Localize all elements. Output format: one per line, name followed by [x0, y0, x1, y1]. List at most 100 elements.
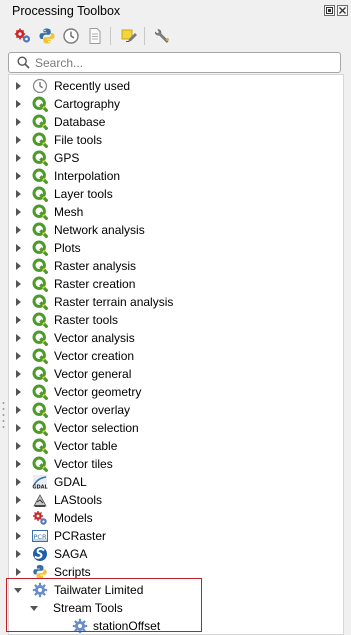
expand-arrow-icon[interactable] [16, 532, 21, 540]
panel-titlebar: Processing Toolbox [0, 0, 351, 24]
tree-item[interactable]: Vector overlay [9, 401, 343, 419]
tree-item[interactable]: Models [9, 509, 343, 527]
tree-item-label: LAStools [54, 493, 103, 507]
expand-arrow-icon[interactable] [16, 334, 21, 342]
tree-item[interactable]: Plots [9, 239, 343, 257]
expand-arrow-icon[interactable] [16, 568, 21, 576]
collapse-arrow-icon[interactable] [30, 606, 38, 611]
expand-arrow-icon[interactable] [16, 280, 21, 288]
tree-item-label: Vector geometry [54, 385, 142, 399]
results-viewer-button[interactable] [84, 25, 106, 47]
tree-item[interactable]: Scripts [9, 563, 343, 581]
expand-arrow-icon[interactable] [16, 442, 21, 450]
svg-text:GDAL: GDAL [32, 485, 48, 491]
tree-item-label: Mesh [54, 205, 84, 219]
tree-item[interactable]: Vector geometry [9, 383, 343, 401]
qgis-icon [32, 222, 48, 238]
tree-item[interactable]: Mesh [9, 203, 343, 221]
tree-item-label: SAGA [54, 547, 88, 561]
expand-arrow-icon[interactable] [16, 514, 21, 522]
search-box[interactable] [8, 52, 341, 73]
qgis-icon [32, 96, 48, 112]
tree-item[interactable]: Vector table [9, 437, 343, 455]
tree-item[interactable]: Interpolation [9, 167, 343, 185]
tree-item[interactable]: Cartography [9, 95, 343, 113]
expand-arrow-icon[interactable] [16, 460, 21, 468]
tree-item-label: GDAL [54, 475, 87, 489]
search-input[interactable] [35, 54, 330, 71]
qgis-icon [32, 330, 48, 346]
options-button[interactable] [152, 25, 174, 47]
tree-item-label: Raster terrain analysis [54, 295, 174, 309]
expand-arrow-icon[interactable] [16, 226, 21, 234]
expand-arrow-icon[interactable] [16, 424, 21, 432]
tree-item[interactable]: stationOffset [9, 617, 343, 635]
saga-icon [33, 547, 47, 561]
tree-item[interactable]: Raster analysis [9, 257, 343, 275]
expand-arrow-icon[interactable] [16, 118, 21, 126]
expand-arrow-icon[interactable] [16, 298, 21, 306]
expand-arrow-icon[interactable] [16, 82, 21, 90]
qgis-icon [32, 420, 48, 436]
tree-item[interactable]: Stream Tools [9, 599, 343, 617]
tree-item[interactable]: GPS [9, 149, 343, 167]
close-button[interactable] [337, 5, 348, 16]
tree-item[interactable]: SAGA [9, 545, 343, 563]
expand-arrow-icon[interactable] [16, 172, 21, 180]
qgis-icon [32, 366, 48, 382]
tree-item[interactable]: GDAL GDAL [9, 473, 343, 491]
resize-grip[interactable] [2, 400, 5, 430]
tree-item[interactable]: Raster tools [9, 311, 343, 329]
collapse-arrow-icon[interactable] [14, 588, 22, 593]
expand-arrow-icon[interactable] [16, 136, 21, 144]
pcraster-icon: PCR [32, 530, 48, 542]
expand-arrow-icon[interactable] [16, 190, 21, 198]
qgis-icon [32, 204, 48, 220]
expand-arrow-icon[interactable] [16, 316, 21, 324]
tree-item[interactable]: Raster creation [9, 275, 343, 293]
expand-arrow-icon[interactable] [16, 352, 21, 360]
tree-item[interactable]: Vector tiles [9, 455, 343, 473]
tree-item-label: Recently used [54, 79, 131, 93]
expand-arrow-icon[interactable] [16, 496, 21, 504]
tree-item[interactable]: Vector creation [9, 347, 343, 365]
tree-item-label: Database [54, 115, 106, 129]
expand-arrow-icon[interactable] [16, 388, 21, 396]
expand-arrow-icon[interactable] [16, 406, 21, 414]
edit-features-in-place-button[interactable] [118, 25, 140, 47]
gdal-icon: GDAL [32, 475, 48, 491]
tree-item[interactable]: Vector analysis [9, 329, 343, 347]
tree-item[interactable]: LAStools [9, 491, 343, 509]
tree-item[interactable]: Network analysis [9, 221, 343, 239]
models-button[interactable] [12, 25, 34, 47]
qgis-icon [32, 384, 48, 400]
tree-item[interactable]: Layer tools [9, 185, 343, 203]
qgis-icon [32, 402, 48, 418]
tree-item-label: Interpolation [54, 169, 121, 183]
tree-item[interactable]: Database [9, 113, 343, 131]
tree-item[interactable]: Raster terrain analysis [9, 293, 343, 311]
expand-arrow-icon[interactable] [16, 550, 21, 558]
qgis-icon [32, 132, 48, 148]
tree-item[interactable]: PCR PCRaster [9, 527, 343, 545]
scripts-button[interactable] [36, 25, 58, 47]
tree-item-label: Network analysis [54, 223, 145, 237]
tree-item[interactable]: File tools [9, 131, 343, 149]
history-button[interactable] [60, 25, 82, 47]
tree-item[interactable]: Vector selection [9, 419, 343, 437]
expand-arrow-icon[interactable] [16, 478, 21, 486]
tree-item-label: stationOffset [93, 619, 161, 633]
expand-arrow-icon[interactable] [16, 154, 21, 162]
tree-item-label: Tailwater Limited [54, 583, 144, 597]
tree-item-label: Raster tools [54, 313, 119, 327]
tree-item[interactable]: Tailwater Limited [9, 581, 343, 599]
expand-arrow-icon[interactable] [16, 100, 21, 108]
expand-arrow-icon[interactable] [16, 208, 21, 216]
float-button[interactable] [324, 5, 335, 16]
expand-arrow-icon[interactable] [16, 262, 21, 270]
algorithm-tree[interactable]: Recently used Cartography Database File too… [8, 74, 344, 635]
expand-arrow-icon[interactable] [16, 370, 21, 378]
tree-item[interactable]: Recently used [9, 77, 343, 95]
expand-arrow-icon[interactable] [16, 244, 21, 252]
tree-item[interactable]: Vector general [9, 365, 343, 383]
